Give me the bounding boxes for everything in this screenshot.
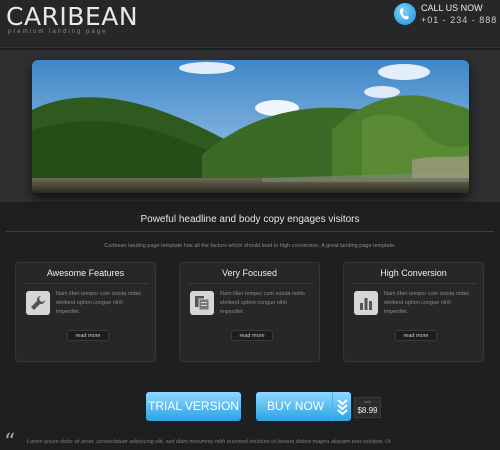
feature-text: Nam liber tempor cum soluta nobis eleife…: [384, 291, 469, 315]
phone-icon: [394, 3, 416, 25]
quote-icon: “: [4, 430, 16, 450]
buy-now-label: BUY NOW: [267, 399, 325, 413]
feature-card-awesome-features: Awesome Features Nam liber tempor cum so…: [15, 262, 156, 362]
site-header: CARIBEAN premium landing page CALL US NO…: [0, 0, 500, 48]
documents-icon: [190, 291, 214, 315]
logo[interactable]: CARIBEAN: [6, 2, 138, 31]
feature-title: High Conversion: [380, 268, 447, 278]
hero-image: [32, 60, 469, 193]
read-more-button[interactable]: read more: [231, 330, 273, 341]
trial-version-button[interactable]: TRIAL VERSION: [146, 392, 241, 421]
card-divider: [24, 283, 149, 284]
section-divider: [6, 231, 494, 232]
buy-now-button[interactable]: BUY NOW: [256, 392, 351, 421]
price-badge: only $8.99: [354, 397, 381, 418]
feature-text: Nam liber tempor cum soluta nobis eleife…: [220, 291, 305, 315]
price-value: $8.99: [357, 406, 378, 415]
feature-card-high-conversion: High Conversion Nam liber tempor cum sol…: [343, 262, 484, 362]
feature-title: Very Focused: [221, 268, 278, 278]
wrench-icon: [26, 291, 50, 315]
read-more-button[interactable]: read more: [67, 330, 109, 341]
read-more-button[interactable]: read more: [395, 330, 437, 341]
tagline: premium landing page: [8, 29, 108, 35]
feature-card-very-focused: Very Focused Nam liber tempor cum soluta…: [179, 262, 320, 362]
card-divider: [352, 283, 477, 284]
phone-number[interactable]: +01 - 234 - 888: [421, 15, 497, 25]
feature-title: Awesome Features: [46, 268, 125, 278]
feature-text: Nam liber tempor cum soluta nobis eleife…: [56, 291, 141, 315]
price-label: only: [363, 399, 372, 404]
bar-chart-icon: [354, 291, 378, 315]
main-headline: Poweful headline and body copy engages v…: [140, 214, 360, 225]
main-subline: Caribean landing page template has all t…: [104, 243, 396, 249]
chevron-down-icon: [332, 392, 351, 421]
card-divider: [188, 283, 313, 284]
testimonial-text: Lorem ipsum dolor sit amet, consectetuer…: [27, 439, 391, 445]
call-us-label: CALL US NOW: [421, 3, 483, 13]
